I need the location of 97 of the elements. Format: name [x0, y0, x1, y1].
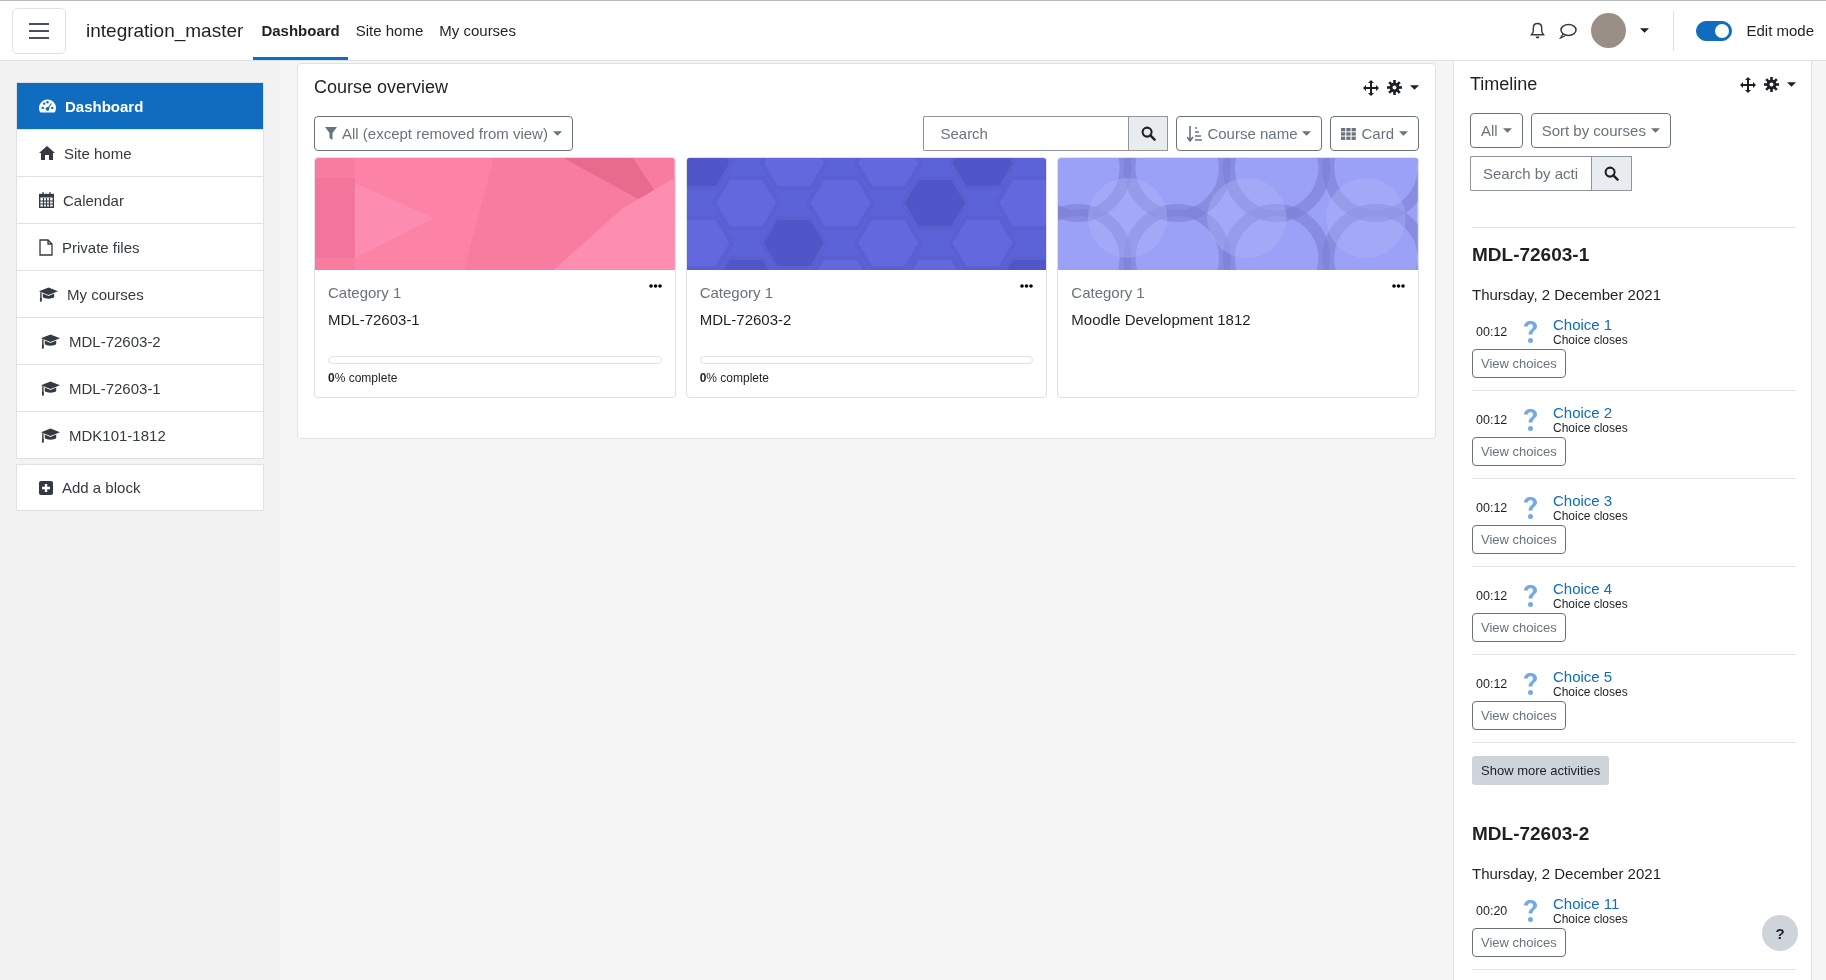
- event-description: Choice closes: [1553, 685, 1629, 699]
- course-heading: MDL-72603-1: [1472, 244, 1591, 266]
- view-choices-button[interactable]: View choices: [1472, 525, 1566, 554]
- filter-dropdown[interactable]: All (except removed from view): [314, 116, 573, 151]
- move-icon[interactable]: [1740, 76, 1756, 93]
- nav-tab[interactable]: Site home: [347, 4, 432, 60]
- menu-button[interactable]: [12, 7, 66, 54]
- event-link[interactable]: Choice 11: [1553, 895, 1796, 912]
- view-choices-button[interactable]: View choices: [1472, 437, 1566, 466]
- add-block-link[interactable]: Add a block: [16, 464, 264, 511]
- caret-icon: [1502, 128, 1512, 133]
- progress-label: 0% complete: [699, 371, 771, 385]
- event-description: Choice closes: [1553, 912, 1629, 926]
- course-name[interactable]: MDL-72603-2: [699, 311, 1034, 328]
- move-icon[interactable]: [1363, 79, 1379, 96]
- question-mark-icon: [1522, 319, 1539, 344]
- event-description: Choice closes: [1553, 421, 1629, 435]
- view-choices-button[interactable]: View choices: [1472, 613, 1566, 642]
- progress-label: 0% complete: [328, 371, 399, 385]
- view-choices-button[interactable]: View choices: [1472, 349, 1566, 378]
- more-icon[interactable]: [1020, 284, 1034, 288]
- caret-icon: [1399, 131, 1408, 136]
- block-title: Course overview: [314, 77, 449, 98]
- graduation-cap-icon: [41, 380, 60, 396]
- sort-icon: [1187, 125, 1203, 142]
- course-category: Category 1: [328, 284, 402, 301]
- search-icon: [1604, 166, 1619, 181]
- settings-icon[interactable]: [1764, 77, 1779, 92]
- event-link[interactable]: Choice 4: [1553, 580, 1796, 597]
- graduation-cap-icon: [41, 333, 60, 349]
- filter-icon: [325, 127, 337, 140]
- event-description: Choice closes: [1553, 333, 1629, 347]
- gauge-icon: [39, 99, 56, 113]
- menu-icon: [29, 22, 49, 39]
- event-link[interactable]: Choice 2: [1553, 404, 1796, 421]
- file-icon: [39, 238, 53, 256]
- search-icon: [1140, 126, 1156, 141]
- search-button[interactable]: [1591, 156, 1632, 191]
- event-time: 00:20: [1475, 903, 1509, 918]
- event-link[interactable]: Choice 5: [1553, 668, 1796, 685]
- caret-icon: [1410, 85, 1419, 90]
- course-heading: MDL-72603-2: [1472, 823, 1591, 845]
- nav-tab[interactable]: My courses: [431, 4, 524, 60]
- caret-icon: [1650, 128, 1660, 133]
- date-heading: Thursday, 2 December 2021: [1472, 865, 1662, 882]
- question-mark-icon: [1522, 671, 1539, 696]
- sort-dropdown[interactable]: Sort by courses: [1530, 113, 1671, 148]
- graduation-cap-icon: [41, 427, 60, 443]
- course-category: Category 1: [699, 284, 774, 301]
- event-link[interactable]: Choice 3: [1553, 492, 1796, 509]
- caret-icon: [1640, 28, 1650, 33]
- graduation-cap-icon: [39, 286, 58, 302]
- caret-icon: [1787, 82, 1796, 87]
- settings-icon[interactable]: [1387, 80, 1402, 95]
- search-button[interactable]: [1128, 116, 1169, 151]
- view-choices-button[interactable]: View choices: [1472, 928, 1566, 957]
- block-title: Timeline: [1470, 74, 1538, 95]
- caret-icon: [1302, 131, 1312, 136]
- event-description: Choice closes: [1553, 509, 1629, 523]
- view-dropdown[interactable]: Card: [1330, 116, 1419, 151]
- house-icon: [39, 146, 55, 160]
- course-name[interactable]: Moodle Development 1812: [1071, 311, 1405, 328]
- question-mark-icon: [1522, 495, 1539, 520]
- calendar-icon: [39, 192, 54, 208]
- event-link[interactable]: Choice 1: [1553, 316, 1796, 333]
- chat-bubble-icon[interactable]: [1559, 22, 1578, 39]
- event-time: 00:12: [1475, 412, 1509, 427]
- course-card[interactable]: Category 1 MDL-72603-1 0% complete: [314, 157, 676, 398]
- date-heading: Thursday, 2 December 2021: [1472, 286, 1662, 303]
- site-name[interactable]: integration_master: [86, 19, 244, 42]
- edit-mode-toggle[interactable]: [1696, 20, 1733, 41]
- more-icon[interactable]: [648, 284, 662, 288]
- caret-icon: [552, 131, 562, 136]
- drawer-nav-item[interactable]: Dashboard: [17, 83, 263, 130]
- bell-icon[interactable]: [1530, 22, 1546, 39]
- filter-dropdown[interactable]: All: [1470, 113, 1523, 148]
- plus-square-icon: [39, 480, 53, 495]
- question-mark-icon: [1522, 898, 1539, 923]
- avatar[interactable]: [1591, 13, 1627, 48]
- event-time: 00:12: [1475, 500, 1509, 515]
- sort-dropdown[interactable]: Course name: [1176, 116, 1323, 151]
- course-category: Category 1: [1071, 284, 1145, 301]
- search-field[interactable]: Search: [923, 116, 1129, 151]
- event-time: 00:12: [1475, 588, 1509, 603]
- more-icon[interactable]: [1392, 284, 1405, 288]
- view-choices-button[interactable]: View choices: [1472, 701, 1566, 730]
- course-card[interactable]: Category 1 Moodle Development 1812: [1057, 157, 1419, 398]
- show-more-button[interactable]: Show more activities: [1472, 756, 1610, 785]
- edit-mode-label: Edit mode: [1746, 22, 1814, 39]
- event-time: 00:12: [1475, 324, 1509, 339]
- grid-icon: [1341, 127, 1357, 140]
- event-description: Choice closes: [1553, 597, 1629, 611]
- course-name[interactable]: MDL-72603-1: [328, 311, 662, 328]
- question-mark-icon: [1522, 583, 1539, 608]
- event-time: 00:12: [1475, 676, 1509, 691]
- question-mark-icon: [1522, 407, 1539, 432]
- search-field[interactable]: Search by acti: [1470, 156, 1591, 191]
